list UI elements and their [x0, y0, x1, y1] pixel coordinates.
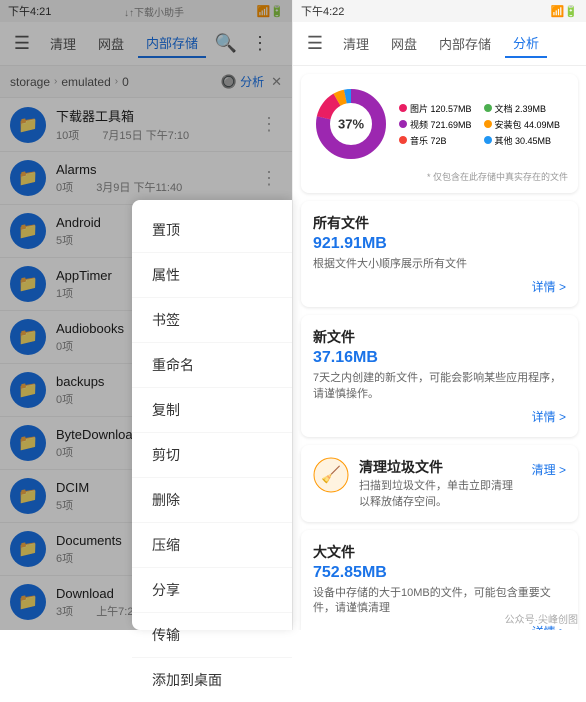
legend-dot-music: [399, 136, 407, 144]
legend-item-apk: 安装包 44.09MB: [484, 118, 561, 131]
menu-item-delete[interactable]: 删除: [132, 478, 292, 523]
menu-item-transfer[interactable]: 传输: [132, 613, 292, 658]
clean-files-title: 清理垃圾文件: [359, 457, 522, 477]
legend-item-photo: 图片 120.57MB: [399, 102, 476, 115]
legend-dot-doc: [484, 104, 492, 112]
right-tab-analyze[interactable]: 分析: [505, 29, 547, 58]
legend-label-music: 音乐 72B: [410, 134, 447, 147]
donut-center-label: 37%: [338, 117, 364, 132]
right-signal: 📶🔋: [551, 5, 578, 18]
all-files-detail-button[interactable]: 详情 >: [532, 278, 566, 295]
menu-item-compress[interactable]: 压缩: [132, 523, 292, 568]
right-tab-clean[interactable]: 清理: [335, 30, 377, 57]
legend-label-photo: 图片 120.57MB: [410, 102, 472, 115]
chart-note: * 仅包含在此存储中真实存在的文件: [311, 170, 568, 183]
menu-item-bookmark[interactable]: 书签: [132, 298, 292, 343]
all-files-title: 所有文件: [313, 213, 566, 233]
right-menu-icon[interactable]: ☰: [301, 30, 329, 58]
left-panel: 下午4:21 ↓↑下载小助手 📶🔋 ☰ 清理 网盘 内部存储 🔍 ⋮ stora…: [0, 0, 293, 630]
clean-info: 清理垃圾文件 扫描到垃圾文件，单击立即清理以释放储存空间。: [359, 457, 522, 510]
right-tab-internal[interactable]: 内部存储: [431, 30, 499, 57]
legend-label-video: 视频 721.69MB: [410, 118, 472, 131]
legend-dot-other: [484, 136, 492, 144]
new-files-detail-button[interactable]: 详情 >: [532, 408, 566, 425]
legend-dot-photo: [399, 104, 407, 112]
menu-item-pin[interactable]: 置顶: [132, 208, 292, 253]
legend-label-other: 其他 30.45MB: [495, 134, 552, 147]
menu-item-add-desktop[interactable]: 添加到桌面: [132, 658, 292, 702]
all-files-card: 所有文件 921.91MB 根据文件大小顺序展示所有文件 详情 >: [301, 201, 578, 307]
legend-item-doc: 文档 2.39MB: [484, 102, 561, 115]
large-files-title: 大文件: [313, 542, 566, 562]
donut-chart: 37%: [311, 84, 391, 164]
menu-item-properties[interactable]: 属性: [132, 253, 292, 298]
context-menu: 置顶 属性 书签 重命名 复制 剪切 删除 压缩 分享 传输 添加到桌面: [132, 200, 292, 630]
right-top-nav: ☰ 清理 网盘 内部存储 分析: [293, 22, 586, 66]
right-time: 下午4:22: [301, 3, 344, 19]
new-files-size: 37.16MB: [313, 349, 566, 367]
menu-item-copy[interactable]: 复制: [132, 388, 292, 433]
legend-item-music: 音乐 72B: [399, 134, 476, 147]
menu-item-rename[interactable]: 重命名: [132, 343, 292, 388]
legend-label-doc: 文档 2.39MB: [495, 102, 547, 115]
clean-button[interactable]: 清理 >: [532, 457, 566, 482]
menu-item-share[interactable]: 分享: [132, 568, 292, 613]
legend-dot-video: [399, 120, 407, 128]
new-files-title: 新文件: [313, 327, 566, 347]
clean-icon: 🧹: [313, 457, 349, 493]
legend-item-video: 视频 721.69MB: [399, 118, 476, 131]
clean-files-desc: 扫描到垃圾文件，单击立即清理以释放储存空间。: [359, 479, 522, 510]
legend-dot-apk: [484, 120, 492, 128]
large-files-size: 752.85MB: [313, 564, 566, 582]
right-tab-cloud[interactable]: 网盘: [383, 30, 425, 57]
legend-item-other: 其他 30.45MB: [484, 134, 561, 147]
right-status-bar: 下午4:22 📶🔋: [293, 0, 586, 22]
chart-section: 37% 图片 120.57MB 文档 2.39MB 视频 721.69MB: [301, 74, 578, 193]
context-menu-overlay[interactable]: 置顶 属性 书签 重命名 复制 剪切 删除 压缩 分享 传输 添加到桌面: [0, 0, 292, 630]
right-panel: 下午4:22 📶🔋 ☰ 清理 网盘 内部存储 分析: [293, 0, 586, 630]
clean-files-card: 🧹 清理垃圾文件 扫描到垃圾文件，单击立即清理以释放储存空间。 清理 >: [301, 445, 578, 522]
chart-container: 37% 图片 120.57MB 文档 2.39MB 视频 721.69MB: [311, 84, 568, 164]
new-files-card: 新文件 37.16MB 7天之内创建的新文件，可能会影响某些应用程序，请谨慎操作…: [301, 315, 578, 437]
all-files-size: 921.91MB: [313, 235, 566, 253]
right-content: 37% 图片 120.57MB 文档 2.39MB 视频 721.69MB: [293, 66, 586, 630]
menu-item-cut[interactable]: 剪切: [132, 433, 292, 478]
svg-text:🧹: 🧹: [321, 465, 341, 484]
legend-label-apk: 安装包 44.09MB: [495, 118, 561, 131]
new-files-desc: 7天之内创建的新文件，可能会影响某些应用程序，请谨慎操作。: [313, 371, 566, 402]
all-files-desc: 根据文件大小顺序展示所有文件: [313, 257, 566, 272]
watermark: 公众号·尖峰创图: [505, 611, 578, 626]
chart-legend: 图片 120.57MB 文档 2.39MB 视频 721.69MB 安装包 44…: [399, 102, 560, 147]
